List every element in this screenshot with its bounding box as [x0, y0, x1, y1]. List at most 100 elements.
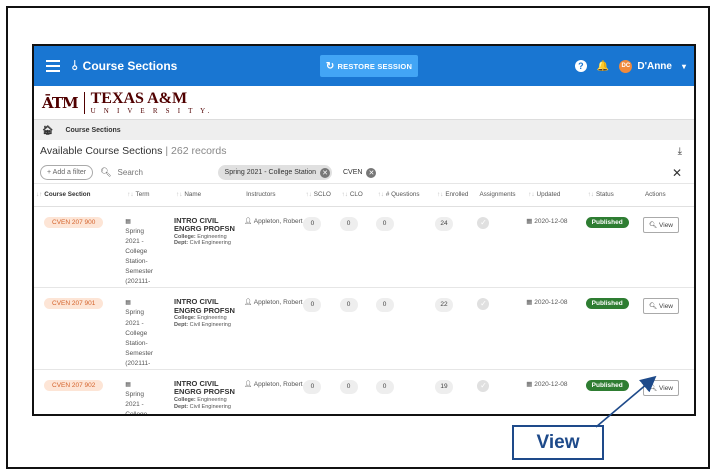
term-line: Spring — [125, 391, 145, 399]
help-icon[interactable]: ? — [574, 60, 587, 72]
course-name: INTRO CIVIL ENGRG PROFSN — [174, 215, 235, 234]
col-instructors: Instructors — [244, 184, 304, 207]
listing-title-row: Available Course Sections | 262 records … — [34, 140, 694, 162]
term-line: 2021 - — [125, 319, 144, 327]
filter-chip-term[interactable]: Spring 2021 - College Station ✕ — [217, 165, 332, 180]
term-cell: ▦Spring2021 -CollegeStation-Semester(202… — [125, 298, 174, 369]
term-line: 2021 - — [125, 237, 144, 245]
term-cell: ▦Spring2021 -CollegeStation-Semester(202… — [125, 380, 174, 416]
course-name: INTRO CIVIL ENGRG PROFSN — [174, 297, 235, 315]
course-section-link[interactable]: CVEN 207 901 — [44, 298, 104, 310]
term-line: 2021 - — [125, 401, 144, 409]
breadcrumb: 🏠︎ Course Sections — [34, 120, 694, 140]
questions-count: 0 — [375, 379, 394, 394]
listing-title: Available Course Sections — [40, 145, 163, 157]
header-actions: ? 🔔 DC D'Anne ▾ — [574, 46, 686, 86]
magnifier-icon: 🔍︎ — [648, 303, 658, 311]
search-icon: 🔍︎ — [100, 167, 112, 177]
wordmark-line1: TEXAS A&M — [90, 89, 188, 107]
app-brand[interactable]: ⫰ Course Sections — [72, 58, 177, 74]
add-filter-button[interactable]: + Add a filter — [40, 165, 94, 180]
col-sclo[interactable]: ↑↓ SCLO — [303, 184, 340, 207]
view-button[interactable]: 🔍︎ View — [642, 216, 680, 233]
term-line: Semester — [125, 349, 154, 357]
magnifier-icon: 🔍︎ — [648, 384, 658, 392]
table-header-row: ↓↑ Course Section ↑↓ Term ↑↓ Name Instructo… — [34, 184, 694, 207]
people-icon: ⫰ — [72, 58, 78, 73]
filter-chip-subject[interactable]: CVEN ✕ — [336, 165, 378, 180]
course-college: College: Engineering — [174, 397, 227, 404]
course-section-link[interactable]: CVEN 207 900 — [44, 216, 104, 228]
university-logo-row: ĀTM TEXAS A&M U N I V E R S I T Y. — [34, 86, 694, 120]
record-count-value: 262 records — [171, 145, 227, 157]
university-wordmark: TEXAS A&M U N I V E R S I T Y. — [90, 89, 213, 115]
calendar-icon: ▦ — [125, 218, 131, 225]
app-title: Course Sections — [82, 59, 178, 73]
col-term[interactable]: ↑↓ Term — [125, 184, 175, 207]
col-enrolled[interactable]: ↑↓ Enrolled — [435, 184, 478, 207]
sclo-count: 0 — [303, 298, 322, 313]
check-icon: ✓ — [477, 379, 490, 392]
app-header: ⫰ Course Sections ↻ RESTORE SESSION ? 🔔 … — [34, 46, 694, 86]
col-course-section[interactable]: ↓↑ Course Section — [34, 184, 126, 207]
col-updated[interactable]: ↑↓ Updated — [526, 184, 586, 207]
col-assignments: Assignments — [477, 184, 527, 207]
view-callout-label: View — [512, 425, 604, 460]
user-avatar[interactable]: DC — [619, 59, 633, 73]
person-icon: 👤︎ — [244, 380, 253, 388]
course-section-link[interactable]: CVEN 207 902 — [44, 379, 104, 391]
clo-count: 0 — [339, 379, 358, 394]
course-dept: Dept: Civil Engineering — [174, 322, 231, 329]
term-line: Semester — [125, 268, 154, 276]
term-line: Station- — [125, 257, 148, 265]
updated-date: ▦ 2020-12-08 — [526, 299, 568, 307]
atm-logo-mark: ĀTM — [42, 93, 79, 112]
enrolled-count: 19 — [435, 379, 454, 394]
sclo-count: 0 — [303, 379, 322, 394]
instructor-cell: 👤︎ Appleton, Robert — [244, 299, 303, 307]
restore-label: RESTORE SESSION — [337, 61, 413, 71]
download-icon[interactable]: ⤓ — [678, 146, 682, 157]
wordmark-line2: U N I V E R S I T Y. — [90, 106, 213, 115]
term-line: Station- — [125, 339, 148, 347]
questions-count: 0 — [375, 298, 394, 313]
restore-icon: ↻ — [325, 60, 335, 72]
col-name[interactable]: ↑↓ Name — [174, 184, 245, 207]
col-status[interactable]: ↑↓ Status — [585, 184, 643, 207]
bell-icon[interactable]: 🔔 — [597, 61, 609, 72]
view-button[interactable]: 🔍︎ View — [642, 298, 680, 315]
filter-bar: + Add a filter 🔍︎ Spring 2021 - College … — [34, 162, 694, 184]
logo-divider — [83, 91, 85, 114]
close-icon[interactable]: ✕ — [672, 166, 682, 180]
course-dept: Dept: Civil Engineering — [174, 403, 231, 410]
person-icon: 👤︎ — [244, 299, 253, 307]
home-icon[interactable]: 🏠︎ — [42, 125, 53, 136]
restore-session-button[interactable]: ↻ RESTORE SESSION — [320, 55, 418, 77]
caret-down-icon[interactable]: ▾ — [682, 62, 686, 71]
chip-label: CVEN — [343, 169, 363, 176]
term-line: College — [125, 411, 148, 416]
term-line: College — [125, 329, 148, 337]
course-college: College: Engineering — [174, 233, 227, 240]
col-clo[interactable]: ↑↓ CLO — [339, 184, 376, 207]
enrolled-count: 22 — [435, 298, 454, 313]
remove-chip-icon[interactable]: ✕ — [366, 167, 377, 178]
instructor-cell: 👤︎ Appleton, Robert — [244, 380, 303, 388]
view-button[interactable]: 🔍︎ View — [642, 379, 680, 396]
col-actions: Actions — [642, 184, 694, 207]
col-questions[interactable]: ↑↓ # Questions — [375, 184, 436, 207]
hamburger-menu-icon[interactable] — [46, 60, 60, 72]
course-dept: Dept: Civil Engineering — [174, 240, 231, 247]
term-cell: ▦Spring2021 -CollegeStation-Semester(202… — [125, 217, 174, 288]
chip-label: Spring 2021 - College Station — [224, 169, 316, 176]
person-icon: 👤︎ — [244, 217, 253, 225]
status-badge: Published — [585, 216, 629, 228]
course-name: INTRO CIVIL ENGRG PROFSN — [174, 378, 235, 397]
term-line: (202111- — [125, 278, 151, 286]
table-row: CVEN 207 900 ▦ Spring 2021 - College Station-… — [34, 206, 694, 289]
remove-chip-icon[interactable]: ✕ — [320, 167, 330, 178]
calendar-icon: ▦ — [125, 381, 131, 388]
calendar-icon: ▦ — [526, 380, 533, 388]
search-input[interactable] — [117, 165, 216, 180]
user-name[interactable]: D'Anne — [637, 61, 672, 72]
